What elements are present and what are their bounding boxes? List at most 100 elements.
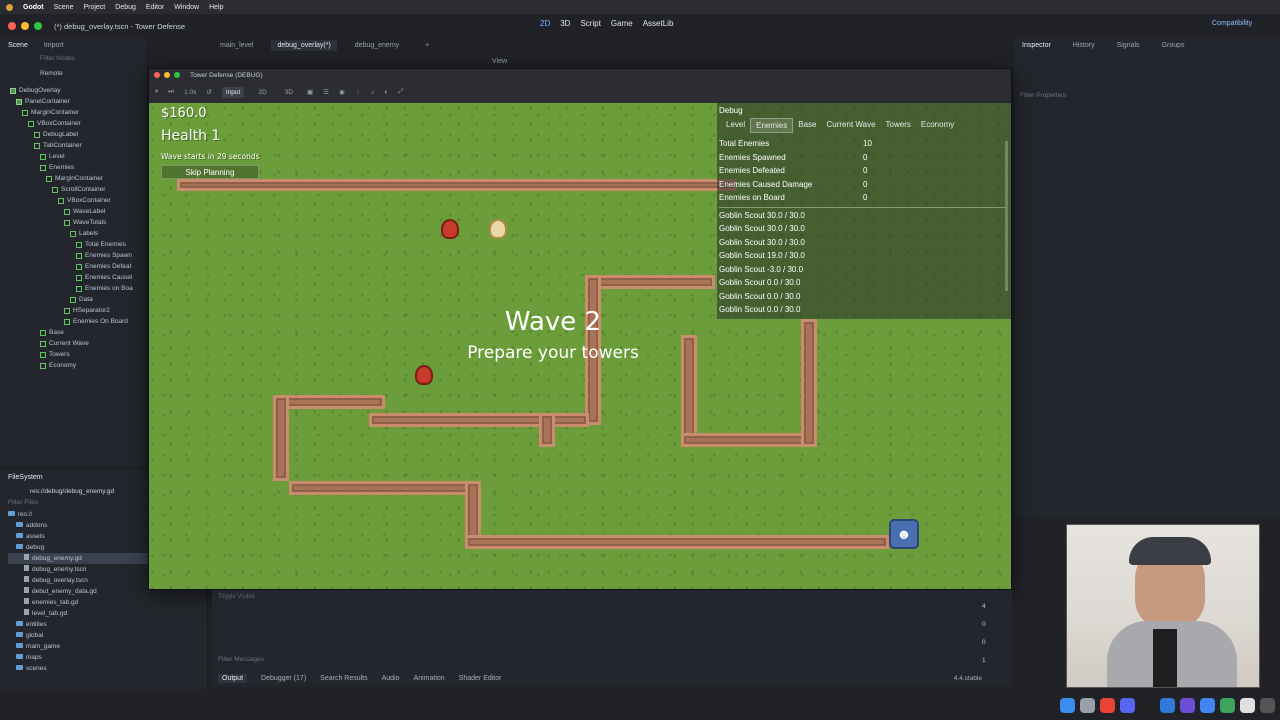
discord-icon[interactable] [1120, 697, 1135, 713]
close-window-button[interactable] [8, 22, 16, 30]
menu-help[interactable]: Help [209, 4, 223, 11]
count-warnings[interactable]: 0 [982, 634, 986, 652]
tab-debug-overlay[interactable]: debug_overlay(*) [271, 39, 337, 51]
reset-icon[interactable]: ↺ [206, 88, 211, 96]
app-icon[interactable] [1180, 697, 1195, 713]
tab-filesystem[interactable]: FileSystem [8, 474, 43, 481]
select-icon[interactable]: ▣ [307, 88, 313, 96]
filter-messages-input[interactable]: Filter Messages [218, 656, 264, 663]
menu-project[interactable]: Project [83, 4, 105, 11]
eye-icon[interactable]: ◉ [339, 88, 345, 96]
menu-window[interactable]: Window [174, 4, 199, 11]
filter-properties-input[interactable]: Filter Properties [1020, 92, 1280, 99]
scene-tree-node[interactable]: Enemies On Board [10, 316, 147, 327]
tab-import[interactable]: Import [44, 42, 64, 49]
tab-audio[interactable]: Audio [382, 675, 400, 682]
file-item[interactable]: scenes [8, 663, 207, 674]
debug-tab[interactable]: Base [793, 118, 821, 133]
tab-debugger[interactable]: Debugger (17) [261, 675, 306, 682]
renderer-selector[interactable]: Compatibility [1212, 20, 1252, 27]
file-item[interactable]: enemies_tab.gd [8, 597, 207, 608]
debug-tab[interactable]: Economy [916, 118, 959, 133]
tab-2d[interactable]: 2D [540, 19, 550, 28]
scene-tree-node[interactable]: Level [10, 151, 147, 162]
menu-scene[interactable]: Scene [54, 4, 74, 11]
settings-icon[interactable] [1080, 697, 1095, 713]
3d-mode-button[interactable]: 3D [281, 87, 297, 98]
remote-tab[interactable]: Remote [40, 70, 147, 77]
count-errors[interactable]: 0 [982, 616, 986, 634]
scene-tree-node[interactable]: Enemies Causel [10, 272, 147, 283]
menu-debug[interactable]: Debug [115, 4, 136, 11]
tab-assetlib[interactable]: AssetLib [643, 19, 674, 28]
scene-tree-node[interactable]: Enemies [10, 162, 147, 173]
scene-tree-node[interactable]: HSeparator2 [10, 305, 147, 316]
scene-tree-node[interactable]: PanelContainer [10, 96, 147, 107]
tab-debug-enemy[interactable]: debug_enemy [355, 42, 399, 49]
scene-tree-node[interactable]: VBoxContainer [10, 118, 147, 129]
debug-tab[interactable]: Current Wave [821, 118, 880, 133]
zoom-label[interactable]: 1.0x [184, 89, 196, 96]
scene-tree-node[interactable]: Total Enemies [10, 239, 147, 250]
finder-icon[interactable] [1060, 697, 1075, 713]
tab-output[interactable]: Output [218, 673, 248, 683]
tab-game[interactable]: Game [611, 19, 633, 28]
tab-shader-editor[interactable]: Shader Editor [459, 675, 502, 682]
camera-icon[interactable]: ◐ [384, 89, 388, 96]
scene-tree-node[interactable]: Labels [10, 228, 147, 239]
step-icon[interactable]: ⏭ [168, 88, 174, 96]
menu-editor[interactable]: Editor [146, 4, 164, 11]
speaker-icon[interactable]: ♪ [371, 89, 374, 96]
tab-groups[interactable]: Groups [1162, 42, 1185, 49]
scene-tree-node[interactable]: TabContainer [10, 140, 147, 151]
tab-script[interactable]: Script [580, 19, 600, 28]
skip-planning-button[interactable]: Skip Planning [161, 165, 259, 179]
maximize-window-button[interactable] [34, 22, 42, 30]
tab-main-level[interactable]: main_level [220, 42, 253, 49]
expand-icon[interactable]: ⤢ [398, 88, 403, 96]
scene-tree-node[interactable]: DebugOverlay [10, 85, 147, 96]
scene-tree-node[interactable]: Data [10, 294, 147, 305]
2d-mode-button[interactable]: 2D [254, 87, 270, 98]
file-item[interactable]: main_game [8, 641, 207, 652]
tab-signals[interactable]: Signals [1117, 42, 1140, 49]
toggle-visible-label[interactable]: Toggle Visible [218, 594, 1012, 600]
scene-tree-node[interactable]: Towers [10, 349, 147, 360]
app-icon[interactable] [1200, 697, 1215, 713]
scene-tree-node[interactable]: Enemies Spawn [10, 250, 147, 261]
tab-inspector[interactable]: Inspector [1022, 42, 1051, 49]
debug-tab[interactable]: Towers [881, 118, 916, 133]
file-item[interactable]: maps [8, 652, 207, 663]
scene-tree-node[interactable]: MarginContainer [10, 173, 147, 184]
app-menu[interactable]: Godot [23, 4, 44, 11]
game-minimize-button[interactable] [164, 72, 170, 78]
debug-scrollbar[interactable] [1005, 141, 1008, 291]
scene-tree-node[interactable]: ScrollContainer [10, 184, 147, 195]
tab-history[interactable]: History [1073, 42, 1095, 49]
tab-search-results[interactable]: Search Results [320, 675, 367, 682]
minimize-window-button[interactable] [21, 22, 29, 30]
scene-tree-node[interactable]: WaveTotals [10, 217, 147, 228]
game-maximize-button[interactable] [174, 72, 180, 78]
app-icon[interactable] [1220, 697, 1235, 713]
scene-tree-node[interactable]: Enemies on Boa [10, 283, 147, 294]
tab-3d[interactable]: 3D [560, 19, 570, 28]
filter-nodes-input[interactable]: Filter Nodes [40, 55, 141, 67]
tab-animation[interactable]: Animation [414, 675, 445, 682]
count-messages[interactable]: 4 [982, 598, 986, 616]
apple-icon[interactable] [6, 3, 13, 11]
file-item[interactable]: entities [8, 619, 207, 630]
scene-tree-node[interactable]: WaveLabel [10, 206, 147, 217]
scene-tree-node[interactable]: Base [10, 327, 147, 338]
scene-tree-node[interactable]: MarginContainer [10, 107, 147, 118]
scene-tree-node[interactable]: Enemies Defeat [10, 261, 147, 272]
more-icon[interactable]: ⋮ [355, 88, 362, 96]
terminal-icon[interactable] [1140, 697, 1155, 713]
view-menu[interactable]: View [492, 58, 507, 65]
input-mode-button[interactable]: Input [221, 86, 245, 98]
game-close-button[interactable] [154, 72, 160, 78]
add-tab-icon[interactable]: + [425, 42, 429, 49]
scene-tree-node[interactable]: Economy [10, 360, 147, 371]
file-item[interactable]: level_tab.gd [8, 608, 207, 619]
pause-icon[interactable]: ⏸ [155, 88, 158, 96]
